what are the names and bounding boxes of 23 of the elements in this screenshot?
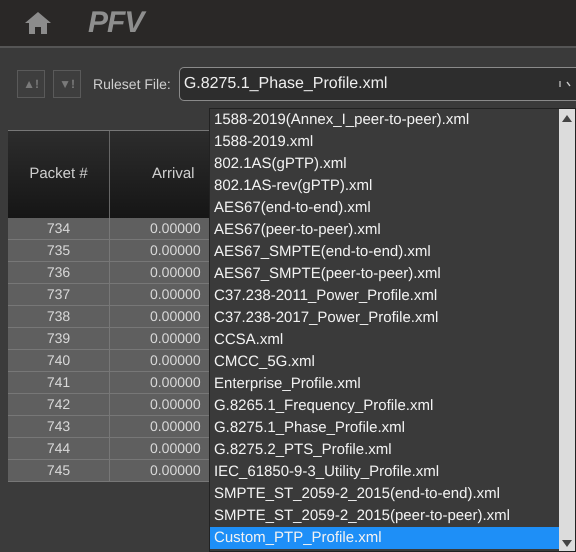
table-cell: 736 bbox=[8, 262, 110, 283]
scroll-up-icon[interactable] bbox=[562, 115, 572, 122]
scrollbar[interactable] bbox=[559, 109, 575, 551]
table-cell: 742 bbox=[8, 394, 110, 415]
table-cell: 737 bbox=[8, 284, 110, 305]
scroll-down-icon[interactable] bbox=[562, 540, 572, 547]
table-cell: 744 bbox=[8, 438, 110, 459]
dropdown-option[interactable]: SMPTE_ST_2059-2_2015(peer-to-peer).xml bbox=[210, 505, 559, 527]
table-cell: 740 bbox=[8, 350, 110, 371]
ruleset-label: Ruleset File: bbox=[93, 74, 171, 94]
table-cell: 741 bbox=[8, 372, 110, 393]
dropdown-option[interactable]: 1588-2019(Annex_I_peer-to-peer).xml bbox=[210, 109, 559, 131]
table-cell: 739 bbox=[8, 328, 110, 349]
table-cell: 735 bbox=[8, 240, 110, 261]
table-cell: 734 bbox=[8, 218, 110, 239]
table-cell: 738 bbox=[8, 306, 110, 327]
dropdown-option[interactable]: SMPTE_ST_2059-2_2015(end-to-end).xml bbox=[210, 483, 559, 505]
ruleset-select[interactable]: G.8275.1_Phase_Profile.xml bbox=[178, 67, 576, 101]
table-cell: 745 bbox=[8, 460, 110, 481]
table-cell: 743 bbox=[8, 416, 110, 437]
home-icon[interactable] bbox=[24, 11, 52, 35]
logo: PFV bbox=[88, 8, 144, 38]
dropdown-caret-icon[interactable] bbox=[558, 78, 572, 90]
